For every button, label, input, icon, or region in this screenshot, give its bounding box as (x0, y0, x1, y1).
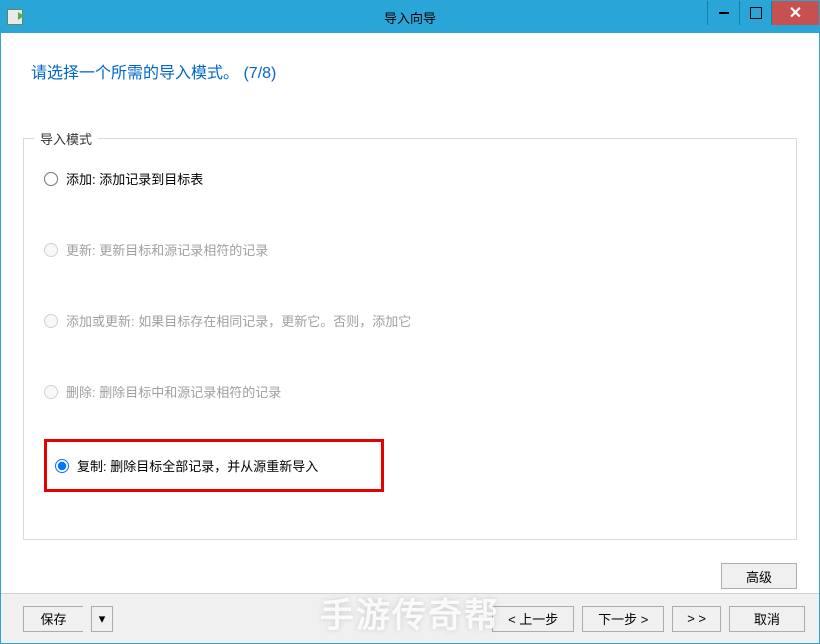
next-button[interactable]: 下一步 > (582, 606, 664, 632)
radio-copy-input[interactable] (55, 459, 69, 473)
radio-add-or-update: 添加或更新: 如果目标存在相同记录，更新它。否则，添加它 (44, 311, 776, 330)
radio-add-or-update-label: 添加或更新: 如果目标存在相同记录，更新它。否则，添加它 (66, 311, 411, 330)
prev-button[interactable]: < 上一步 (492, 606, 574, 632)
radio-add-label: 添加: 添加记录到目标表 (66, 169, 203, 188)
cancel-button[interactable]: 取消 (729, 606, 805, 632)
radio-update: 更新: 更新目标和源记录相符的记录 (44, 240, 776, 259)
radio-delete-input (44, 385, 58, 399)
step-indicator: (7/8) (243, 65, 276, 82)
radio-copy[interactable]: 复制: 删除目标全部记录，并从源重新导入 (55, 456, 373, 475)
radio-update-label: 更新: 更新目标和源记录相符的记录 (66, 240, 268, 259)
window-controls: ✕ (707, 1, 819, 25)
radio-delete: 删除: 删除目标中和源记录相符的记录 (44, 382, 776, 401)
footer: 保存 ▾ < 上一步 下一步 > > > 取消 (1, 593, 819, 643)
page-heading: 请选择一个所需的导入模式。 (7/8) (1, 33, 819, 93)
content-area: 请选择一个所需的导入模式。 (7/8) 导入模式 添加: 添加记录到目标表 更新… (1, 33, 819, 643)
close-button[interactable]: ✕ (771, 1, 819, 25)
save-split-button: 保存 ▾ (15, 606, 113, 632)
wizard-window: 导入向导 ✕ 请选择一个所需的导入模式。 (7/8) 导入模式 添加: 添加记录… (0, 0, 820, 644)
radio-copy-label: 复制: 删除目标全部记录，并从源重新导入 (77, 456, 318, 475)
maximize-button[interactable] (739, 1, 771, 25)
highlight-box: 复制: 删除目标全部记录，并从源重新导入 (44, 439, 384, 492)
titlebar: 导入向导 ✕ (1, 1, 819, 33)
minimize-button[interactable] (707, 1, 739, 25)
radio-add-or-update-input (44, 314, 58, 328)
radio-add-input[interactable] (44, 172, 58, 186)
import-mode-group: 导入模式 添加: 添加记录到目标表 更新: 更新目标和源记录相符的记录 添加或更… (23, 138, 797, 540)
window-title: 导入向导 (384, 8, 436, 27)
advanced-button-wrap: 高级 (721, 563, 797, 589)
save-dropdown-button[interactable]: ▾ (91, 606, 113, 632)
radio-delete-label: 删除: 删除目标中和源记录相符的记录 (66, 382, 281, 401)
save-button[interactable]: 保存 (23, 606, 83, 632)
app-icon (7, 9, 23, 25)
advanced-button[interactable]: 高级 (721, 563, 797, 589)
jump-button[interactable]: > > (672, 606, 721, 632)
radio-update-input (44, 243, 58, 257)
group-legend: 导入模式 (34, 129, 98, 148)
radio-add[interactable]: 添加: 添加记录到目标表 (44, 169, 776, 188)
heading-text: 请选择一个所需的导入模式。 (31, 65, 239, 82)
chevron-down-icon: ▾ (99, 611, 106, 627)
